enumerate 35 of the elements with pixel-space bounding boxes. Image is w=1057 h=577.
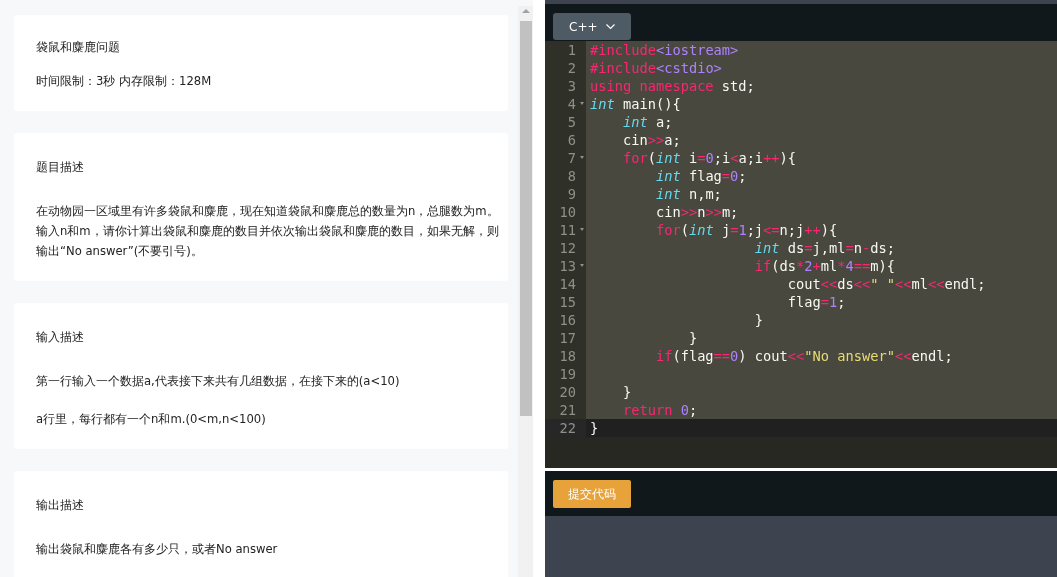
line-number: 6 — [545, 131, 586, 149]
scrollbar[interactable] — [518, 6, 533, 577]
limits-text: 时间限制：3秒 内存限制：128M — [36, 73, 213, 90]
line-number: 16 — [545, 311, 586, 329]
section-heading: 输出描述 — [36, 497, 85, 514]
line-number: 9 — [545, 185, 586, 203]
line-number: 17 — [545, 329, 586, 347]
line-number: 1 — [545, 41, 586, 59]
code-editor[interactable] — [545, 41, 1057, 468]
language-dropdown[interactable]: C++ — [553, 13, 631, 40]
section-heading: 输入描述 — [36, 329, 85, 346]
section-paragraph: a行里，每行都有一个n和m.(0<m,n<100) — [36, 411, 267, 428]
line-number: 14 — [545, 275, 586, 293]
line-number: 18 — [545, 347, 586, 365]
line-number: 22 — [545, 419, 586, 437]
line-number: 4 — [545, 95, 586, 113]
line-number: 12 — [545, 239, 586, 257]
line-number: 11 — [545, 221, 586, 239]
line-number: 21 — [545, 401, 586, 419]
section-paragraph: 在动物园一区域里有许多袋鼠和麋鹿，现在知道袋鼠和麋鹿总的数量为n，总腿数为m。输入n和m，请你计算出袋鼠和麋鹿的数目并依次输出袋鼠和麋鹿的数目，如果无解，则输出“No answer”(不要引号)。 — [36, 203, 500, 260]
line-number: 8 — [545, 167, 586, 185]
section-paragraph: 输出袋鼠和麋鹿各有多少只，或者No answer — [36, 541, 279, 558]
line-number: 5 — [545, 113, 586, 131]
line-number: 15 — [545, 293, 586, 311]
line-number: 7 — [545, 149, 586, 167]
problem-title: 袋鼠和麋鹿问题 — [36, 39, 121, 56]
line-number: 13 — [545, 257, 586, 275]
section-heading: 题目描述 — [36, 159, 85, 176]
line-number: 3 — [545, 77, 586, 95]
chevron-down-icon — [605, 23, 615, 30]
line-number: 10 — [545, 203, 586, 221]
line-number: 2 — [545, 59, 586, 77]
line-number: 20 — [545, 383, 586, 401]
section-paragraph: 第一行输入一个数据a,代表接下来共有几组数据，在接下来的(a<10) — [36, 373, 401, 390]
line-number: 19 — [545, 365, 586, 383]
